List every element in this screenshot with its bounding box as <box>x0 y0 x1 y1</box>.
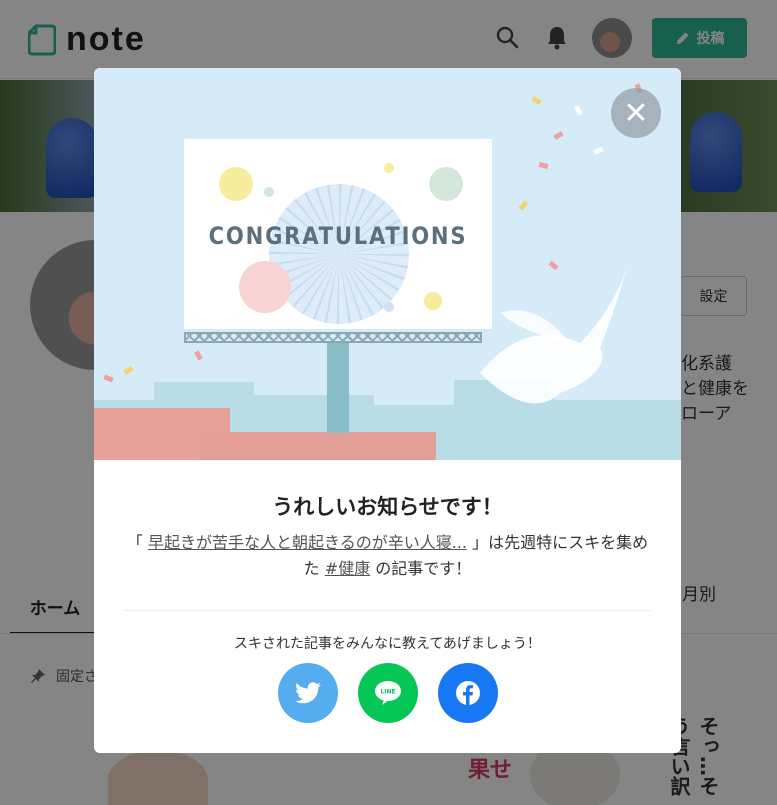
congratulations-modal: CONGRATULATIONS ✕ うれしいお知らせです！ 「 早起きが苦手な人… <box>94 68 681 753</box>
article-link[interactable]: 早起きが苦手な人と朝起きるのが辛い人寝... <box>148 533 467 552</box>
billboard-truss <box>184 332 482 343</box>
share-facebook-button[interactable] <box>438 663 498 723</box>
svg-text:LINE: LINE <box>380 689 395 696</box>
close-icon: ✕ <box>623 96 649 130</box>
decoration-dot <box>424 292 442 310</box>
confetti <box>593 146 604 155</box>
confetti <box>553 131 564 140</box>
message-prefix: 「 <box>126 533 143 552</box>
decoration-dot <box>384 302 394 312</box>
share-line-button[interactable]: LINE <box>358 663 418 723</box>
confetti <box>518 200 529 211</box>
decoration-dot <box>384 163 394 173</box>
modal-divider <box>124 610 651 611</box>
share-prompt: スキされた記事をみんなに教えてあげましょう！ <box>234 636 541 652</box>
dove-illustration <box>480 258 630 404</box>
confetti <box>103 374 114 383</box>
confetti <box>123 366 134 375</box>
rooftop <box>199 432 436 460</box>
line-icon: LINE <box>375 681 401 705</box>
decoration-dot <box>429 167 463 201</box>
congratulations-text: CONGRATULATIONS <box>208 222 468 250</box>
decoration-dot <box>264 187 274 197</box>
decoration-dot <box>239 261 291 313</box>
message-suffix: の記事です！ <box>375 559 472 578</box>
twitter-icon <box>295 682 321 704</box>
modal-title: うれしいお知らせです！ <box>272 495 503 519</box>
confetti <box>574 105 583 116</box>
facebook-icon <box>456 681 480 705</box>
congratulations-banner: CONGRATULATIONS ✕ <box>94 68 681 460</box>
confetti <box>538 161 549 170</box>
hashtag-link[interactable]: #健康 <box>325 559 370 578</box>
confetti <box>194 350 203 361</box>
close-button[interactable]: ✕ <box>611 88 661 138</box>
billboard-pole <box>327 343 349 433</box>
billboard: CONGRATULATIONS <box>184 139 492 329</box>
decoration-dot <box>219 167 253 201</box>
confetti <box>531 96 542 105</box>
modal-message: 「 早起きが苦手な人と朝起きるのが辛い人寝... 」は先週特にスキを集めた #健… <box>124 530 651 582</box>
share-twitter-button[interactable] <box>278 663 338 723</box>
